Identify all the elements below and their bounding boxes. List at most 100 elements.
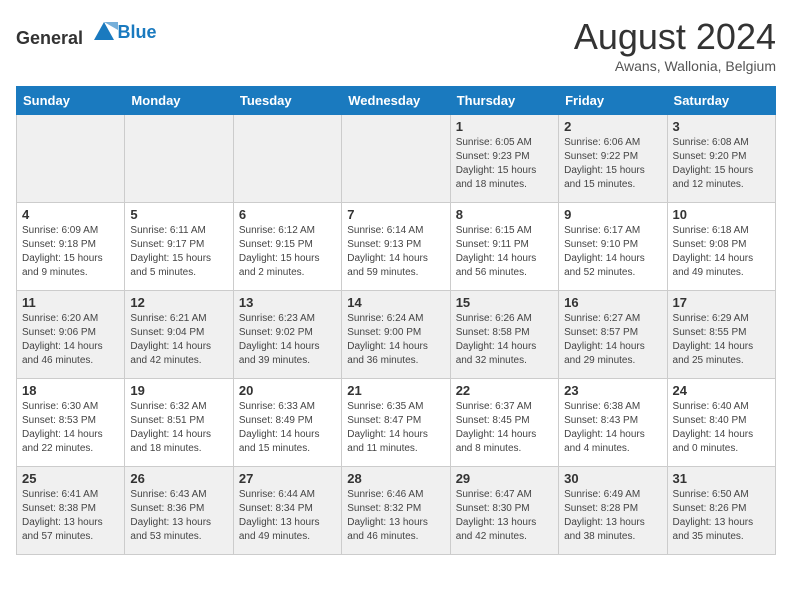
calendar-cell: 10 Sunrise: 6:18 AM Sunset: 9:08 PM Dayli…: [667, 203, 775, 291]
calendar-cell: [125, 115, 233, 203]
calendar-cell: 19 Sunrise: 6:32 AM Sunset: 8:51 PM Dayli…: [125, 379, 233, 467]
day-number: 14: [347, 295, 444, 310]
calendar-cell: 4 Sunrise: 6:09 AM Sunset: 9:18 PM Daylig…: [17, 203, 125, 291]
header-row: Sunday Monday Tuesday Wednesday Thursday…: [17, 87, 776, 115]
day-info: Sunrise: 6:35 AM Sunset: 8:47 PM Dayligh…: [347, 400, 444, 456]
calendar-cell: 26 Sunrise: 6:43 AM Sunset: 8:36 PM Dayli…: [125, 467, 233, 555]
calendar-cell: 18 Sunrise: 6:30 AM Sunset: 8:53 PM Dayli…: [17, 379, 125, 467]
day-info: Sunrise: 6:43 AM Sunset: 8:36 PM Dayligh…: [130, 488, 227, 544]
day-info: Sunrise: 6:46 AM Sunset: 8:32 PM Dayligh…: [347, 488, 444, 544]
logo-general: General: [16, 28, 83, 48]
header-thursday: Thursday: [450, 87, 558, 115]
day-info: Sunrise: 6:24 AM Sunset: 9:00 PM Dayligh…: [347, 312, 444, 368]
calendar-cell: 25Sunrise: 6:41 AM Sunset: 8:38 PM Dayli…: [17, 467, 125, 555]
calendar-cell: 29Sunrise: 6:47 AM Sunset: 8:30 PM Dayli…: [450, 467, 558, 555]
day-number: 19: [130, 383, 227, 398]
calendar-cell: 5 Sunrise: 6:11 AM Sunset: 9:17 PM Daylig…: [125, 203, 233, 291]
header-friday: Friday: [559, 87, 667, 115]
calendar-cell: 6 Sunrise: 6:12 AM Sunset: 9:15 PM Daylig…: [233, 203, 341, 291]
day-number: 1: [456, 119, 553, 134]
day-number: 13: [239, 295, 336, 310]
day-info: Sunrise: 6:26 AM Sunset: 8:58 PM Dayligh…: [456, 312, 553, 368]
calendar-header: Sunday Monday Tuesday Wednesday Thursday…: [17, 87, 776, 115]
calendar-cell: [233, 115, 341, 203]
day-info: Sunrise: 6:06 AM Sunset: 9:22 PM Dayligh…: [564, 136, 661, 192]
day-info: Sunrise: 6:12 AM Sunset: 9:15 PM Dayligh…: [239, 224, 336, 280]
day-number: 8: [456, 207, 553, 222]
day-number: 9: [564, 207, 661, 222]
day-number: 6: [239, 207, 336, 222]
calendar-week-2: 11 Sunrise: 6:20 AM Sunset: 9:06 PM Dayli…: [17, 291, 776, 379]
calendar-cell: 30 Sunrise: 6:49 AM Sunset: 8:28 PM Dayli…: [559, 467, 667, 555]
day-info: Sunrise: 6:38 AM Sunset: 8:43 PM Dayligh…: [564, 400, 661, 456]
calendar-body: 1 Sunrise: 6:05 AM Sunset: 9:23 PM Daylig…: [17, 115, 776, 555]
calendar-cell: 28Sunrise: 6:46 AM Sunset: 8:32 PM Dayli…: [342, 467, 450, 555]
day-number: 26: [130, 471, 227, 486]
day-number: 24: [673, 383, 770, 398]
calendar-cell: 16 Sunrise: 6:27 AM Sunset: 8:57 PM Dayli…: [559, 291, 667, 379]
day-info: Sunrise: 6:40 AM Sunset: 8:40 PM Dayligh…: [673, 400, 770, 456]
day-info: Sunrise: 6:20 AM Sunset: 9:06 PM Dayligh…: [22, 312, 119, 368]
day-info: Sunrise: 6:05 AM Sunset: 9:23 PM Dayligh…: [456, 136, 553, 192]
day-number: 18: [22, 383, 119, 398]
header-tuesday: Tuesday: [233, 87, 341, 115]
header-sunday: Sunday: [17, 87, 125, 115]
day-info: Sunrise: 6:50 AM Sunset: 8:26 PM Dayligh…: [673, 488, 770, 544]
calendar-cell: 12 Sunrise: 6:21 AM Sunset: 9:04 PM Dayli…: [125, 291, 233, 379]
day-number: 20: [239, 383, 336, 398]
day-number: 21: [347, 383, 444, 398]
day-info: Sunrise: 6:08 AM Sunset: 9:20 PM Dayligh…: [673, 136, 770, 192]
month-title: August 2024: [574, 16, 776, 58]
day-number: 31: [673, 471, 770, 486]
day-number: 23: [564, 383, 661, 398]
day-number: 11: [22, 295, 119, 310]
calendar-cell: [17, 115, 125, 203]
logo-blue: Blue: [118, 22, 157, 43]
day-number: 12: [130, 295, 227, 310]
day-number: 25: [22, 471, 119, 486]
calendar-cell: 14 Sunrise: 6:24 AM Sunset: 9:00 PM Dayli…: [342, 291, 450, 379]
calendar-cell: 7Sunrise: 6:14 AM Sunset: 9:13 PM Daylig…: [342, 203, 450, 291]
calendar-cell: 24 Sunrise: 6:40 AM Sunset: 8:40 PM Dayli…: [667, 379, 775, 467]
day-info: Sunrise: 6:32 AM Sunset: 8:51 PM Dayligh…: [130, 400, 227, 456]
calendar-week-1: 4 Sunrise: 6:09 AM Sunset: 9:18 PM Daylig…: [17, 203, 776, 291]
day-number: 3: [673, 119, 770, 134]
day-info: Sunrise: 6:29 AM Sunset: 8:55 PM Dayligh…: [673, 312, 770, 368]
calendar-cell: 20Sunrise: 6:33 AM Sunset: 8:49 PM Dayli…: [233, 379, 341, 467]
calendar-cell: 22 Sunrise: 6:37 AM Sunset: 8:45 PM Dayli…: [450, 379, 558, 467]
calendar-cell: 23 Sunrise: 6:38 AM Sunset: 8:43 PM Dayli…: [559, 379, 667, 467]
day-info: Sunrise: 6:18 AM Sunset: 9:08 PM Dayligh…: [673, 224, 770, 280]
day-number: 16: [564, 295, 661, 310]
day-number: 30: [564, 471, 661, 486]
day-info: Sunrise: 6:11 AM Sunset: 9:17 PM Dayligh…: [130, 224, 227, 280]
day-info: Sunrise: 6:21 AM Sunset: 9:04 PM Dayligh…: [130, 312, 227, 368]
header-monday: Monday: [125, 87, 233, 115]
calendar-cell: 3 Sunrise: 6:08 AM Sunset: 9:20 PM Daylig…: [667, 115, 775, 203]
day-info: Sunrise: 6:49 AM Sunset: 8:28 PM Dayligh…: [564, 488, 661, 544]
calendar-cell: 2 Sunrise: 6:06 AM Sunset: 9:22 PM Daylig…: [559, 115, 667, 203]
day-number: 5: [130, 207, 227, 222]
day-info: Sunrise: 6:30 AM Sunset: 8:53 PM Dayligh…: [22, 400, 119, 456]
day-number: 10: [673, 207, 770, 222]
day-info: Sunrise: 6:37 AM Sunset: 8:45 PM Dayligh…: [456, 400, 553, 456]
day-info: Sunrise: 6:44 AM Sunset: 8:34 PM Dayligh…: [239, 488, 336, 544]
day-number: 2: [564, 119, 661, 134]
day-info: Sunrise: 6:27 AM Sunset: 8:57 PM Dayligh…: [564, 312, 661, 368]
header-wednesday: Wednesday: [342, 87, 450, 115]
day-info: Sunrise: 6:09 AM Sunset: 9:18 PM Dayligh…: [22, 224, 119, 280]
calendar-cell: 8 Sunrise: 6:15 AM Sunset: 9:11 PM Daylig…: [450, 203, 558, 291]
day-number: 22: [456, 383, 553, 398]
day-info: Sunrise: 6:47 AM Sunset: 8:30 PM Dayligh…: [456, 488, 553, 544]
day-number: 7: [347, 207, 444, 222]
day-number: 4: [22, 207, 119, 222]
calendar-cell: 9Sunrise: 6:17 AM Sunset: 9:10 PM Daylig…: [559, 203, 667, 291]
page-header: General Blue August 2024 Awans, Wallonia…: [16, 16, 776, 74]
calendar-cell: 27 Sunrise: 6:44 AM Sunset: 8:34 PM Dayli…: [233, 467, 341, 555]
location: Awans, Wallonia, Belgium: [574, 58, 776, 74]
calendar-cell: 21 Sunrise: 6:35 AM Sunset: 8:47 PM Dayli…: [342, 379, 450, 467]
day-info: Sunrise: 6:15 AM Sunset: 9:11 PM Dayligh…: [456, 224, 553, 280]
calendar-cell: [342, 115, 450, 203]
day-number: 27: [239, 471, 336, 486]
calendar-week-4: 25Sunrise: 6:41 AM Sunset: 8:38 PM Dayli…: [17, 467, 776, 555]
calendar-cell: 11 Sunrise: 6:20 AM Sunset: 9:06 PM Dayli…: [17, 291, 125, 379]
